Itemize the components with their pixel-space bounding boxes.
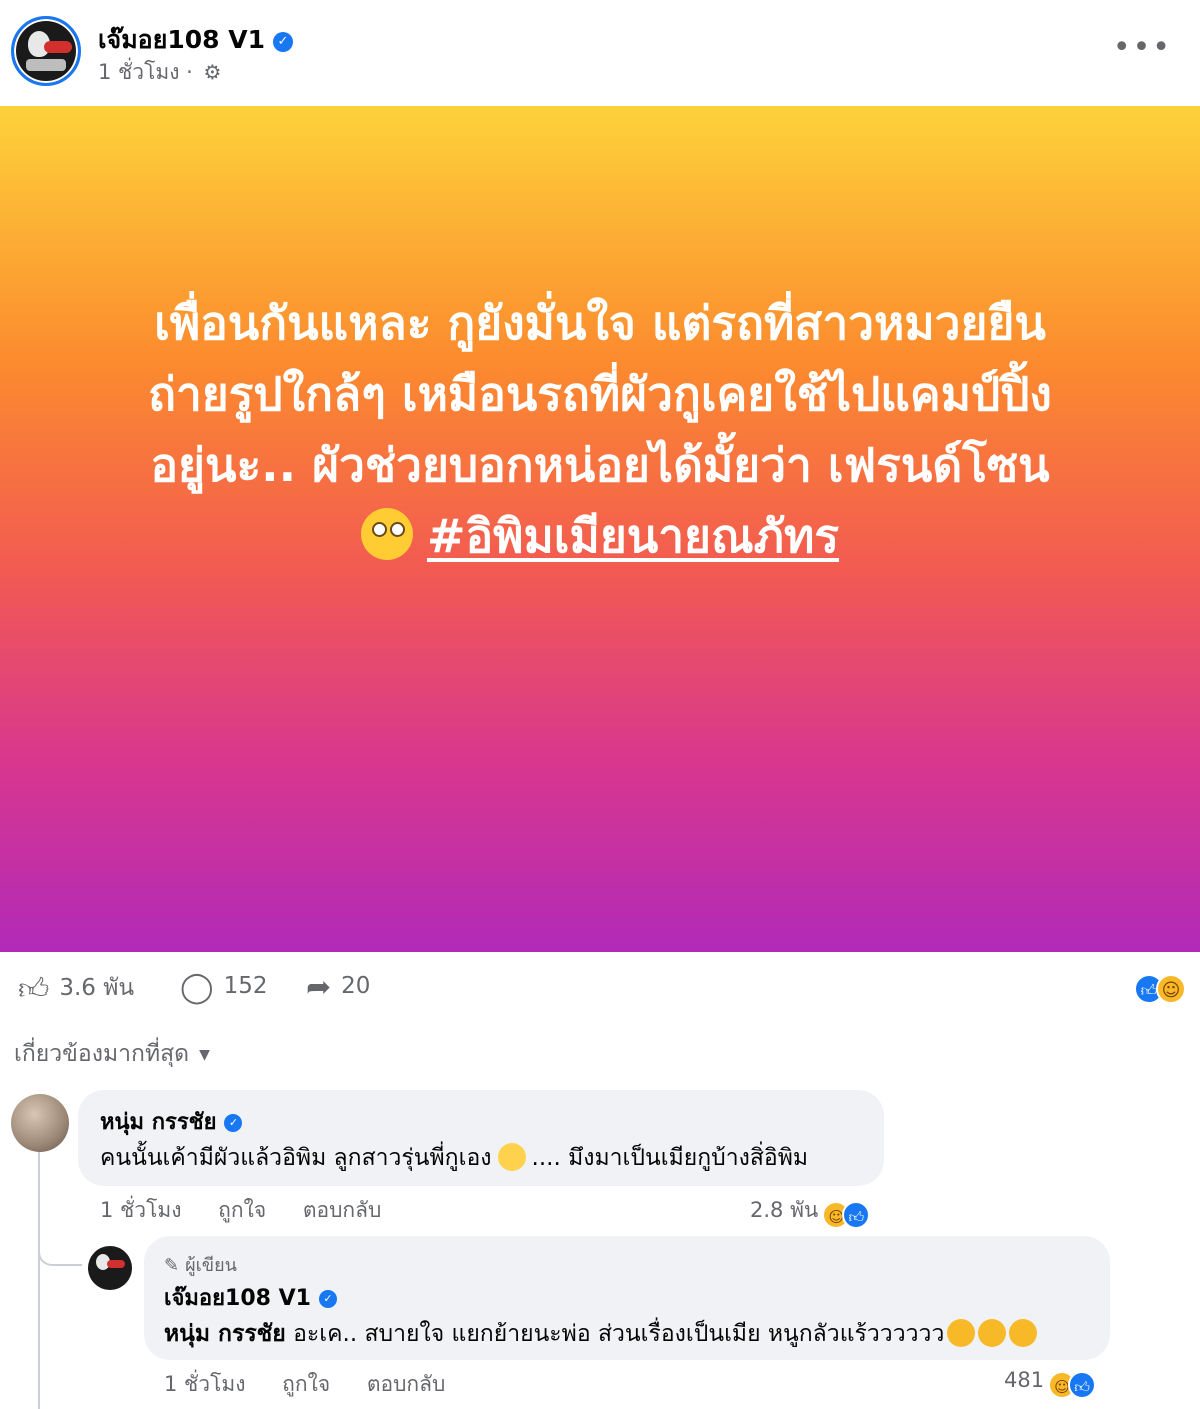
smile-emoji-icon xyxy=(497,1143,526,1171)
comment-text: คนนั้นเค้ามีผัวแล้วอิพิม ลูกสาวรุ่นพี่กู… xyxy=(100,1140,808,1176)
comment-meta: 1 ชั่วโมง ถูกใจ ตอบกลับ xyxy=(100,1194,411,1227)
action-bar: 👍︎ 3.6 พัน ◯ 152 ➦ 20 👍︎ ☺ xyxy=(0,952,1200,1024)
commenter-name[interactable]: หนุ่ม กรรชัย xyxy=(100,1110,216,1135)
like-reaction-icon: 👍︎ xyxy=(842,1201,871,1229)
reply-reactions[interactable]: 481 ☺ 👍︎ xyxy=(1004,1368,1097,1399)
author-badge-label: ผู้เขียน xyxy=(185,1255,237,1276)
author-name-row: เจ๊มอย108 V1 ✓ xyxy=(98,20,293,60)
comment-count: 152 xyxy=(223,973,268,999)
pencil-icon: ✎ xyxy=(164,1255,180,1276)
comment-reply-button[interactable]: ตอบกลับ xyxy=(303,1198,382,1222)
chevron-down-icon: ▼ xyxy=(199,1047,210,1063)
verified-badge-icon: ✓ xyxy=(224,1114,243,1132)
reply-reply-button[interactable]: ตอบกลับ xyxy=(367,1372,446,1396)
author-name[interactable]: เจ๊มอย108 V1 xyxy=(98,25,265,54)
laugh-emoji-icon xyxy=(947,1319,976,1347)
thumbs-up-icon: 👍︎ xyxy=(18,972,50,1007)
post-text: เพื่อนกันแหละ กูยังมั่นใจ แต่รถที่สาวหมว… xyxy=(40,288,1160,572)
more-dots-icon[interactable]: ••• xyxy=(1113,30,1172,65)
share-arrow-icon: ➦ xyxy=(306,970,332,1005)
reply-time[interactable]: 1 ชั่วโมง xyxy=(164,1372,245,1396)
post-text-line-3: อยู่นะ.. ผัวช่วยบอกหน่อยได้มั้ยว่า เฟรนด… xyxy=(150,438,1050,492)
comment-text-part-2: .... มึงมาเป็นเมียกูบ้างสิ่อิพิม xyxy=(531,1145,809,1171)
comment-reactions[interactable]: 2.8 พัน ☺ 👍︎ xyxy=(750,1194,871,1229)
comment-bubble-icon: ◯ xyxy=(180,970,214,1005)
mention-link[interactable]: หนุ่ม กรรชัย xyxy=(164,1321,286,1347)
reply-bubble: ✎ ผู้เขียน เจ๊มอย108 V1 ✓ หนุ่ม กรรชัย อะเ… xyxy=(144,1236,1110,1360)
reply-reaction-count: 481 xyxy=(1004,1368,1045,1392)
reply-name[interactable]: เจ๊มอย108 V1 xyxy=(164,1286,311,1311)
like-count: 3.6 พัน xyxy=(59,975,135,1001)
reply-text-body: อะเค.. สบายใจ แยกย้ายนะพ่อ ส่วนเรื่องเป็… xyxy=(293,1321,945,1347)
reply-like-button[interactable]: ถูกใจ xyxy=(282,1372,330,1396)
sort-label: เกี่ยวข้องมากที่สุด xyxy=(14,1041,190,1067)
share-count: 20 xyxy=(341,973,371,999)
reply-meta: 1 ชั่วโมง ถูกใจ ตอบกลับ xyxy=(164,1368,475,1401)
post-text-line-2: ถ่ายรูปใกล้ๆ เหมือนรถที่ผัวกูเคยใช้ไปแคม… xyxy=(148,367,1052,421)
share-button[interactable]: ➦ 20 xyxy=(306,970,370,1005)
comment-reaction-count: 2.8 พัน xyxy=(750,1198,819,1222)
post-text-line-1: เพื่อนกันแหละ กูยังมั่นใจ แต่รถที่สาวหมว… xyxy=(154,296,1046,350)
comment-bubble: หนุ่ม กรรชัย ✓ คนนั้นเค้ามีผัวแล้วอิพิม ล… xyxy=(78,1090,884,1186)
post-header: เจ๊มอย108 V1 ✓ 1 ชั่วโมง · ⚙ ••• xyxy=(0,0,1200,106)
author-avatar[interactable] xyxy=(11,16,81,86)
like-button[interactable]: 👍︎ 3.6 พัน xyxy=(18,970,134,1008)
reply-text: หนุ่ม กรรชัย อะเค.. สบายใจ แยกย้ายนะพ่อ … xyxy=(164,1316,1038,1352)
comment-time[interactable]: 1 ชั่วโมง xyxy=(100,1198,181,1222)
comment-sort-dropdown[interactable]: เกี่ยวข้องมากที่สุด ▼ xyxy=(14,1036,210,1072)
thread-line xyxy=(38,1150,40,1409)
like-reaction-icon: 👍︎ xyxy=(1068,1371,1097,1399)
eye-roll-emoji-icon xyxy=(360,508,413,560)
post-text-line-4: #อิพิมเมียนายณภัทร xyxy=(40,501,1160,572)
reply-name-row: เจ๊มอย108 V1 ✓ xyxy=(164,1280,337,1315)
commenter-avatar[interactable] xyxy=(11,1094,69,1152)
verified-badge-icon: ✓ xyxy=(318,1290,337,1308)
comment-text-part-1: คนนั้นเค้ามีผัวแล้วอิพิม ลูกสาวรุ่นพี่กู… xyxy=(100,1145,492,1171)
comment-button[interactable]: ◯ 152 xyxy=(180,970,267,1005)
author-badge: ✎ ผู้เขียน xyxy=(164,1250,237,1279)
gear-icon: ⚙ xyxy=(203,60,222,84)
reaction-summary[interactable]: 👍︎ ☺ xyxy=(1134,974,1186,1004)
laugh-emoji-icon xyxy=(978,1319,1007,1347)
haha-reaction-icon: ☺ xyxy=(1156,974,1186,1004)
verified-badge-icon: ✓ xyxy=(272,32,293,52)
laugh-emoji-icon xyxy=(1009,1319,1038,1347)
thread-branch xyxy=(38,1240,82,1266)
comment-like-button[interactable]: ถูกใจ xyxy=(218,1198,266,1222)
post-meta: 1 ชั่วโมง · ⚙ xyxy=(98,56,221,89)
post-time[interactable]: 1 ชั่วโมง · xyxy=(98,60,193,84)
commenter-name-row: หนุ่ม กรรชัย ✓ xyxy=(100,1104,243,1139)
hashtag-link[interactable]: #อิพิมเมียนายณภัทร xyxy=(427,509,839,563)
reply-avatar[interactable] xyxy=(88,1246,132,1290)
